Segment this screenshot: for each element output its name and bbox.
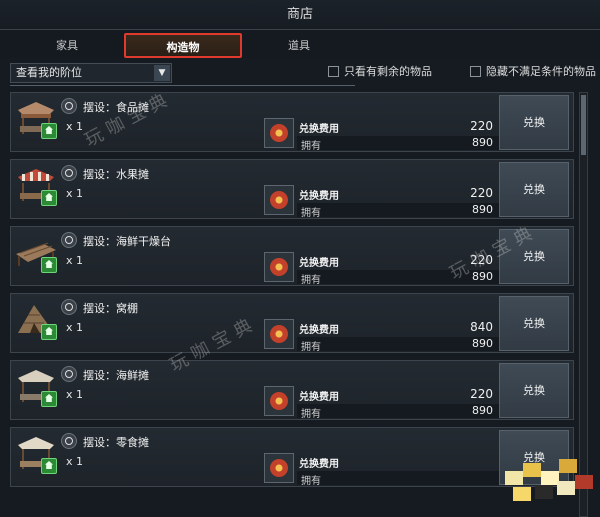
- scrollbar-thumb[interactable]: [581, 95, 586, 155]
- cost-label: 兑换费用: [299, 325, 339, 336]
- owned-label: 拥有: [301, 275, 321, 286]
- magnifier-icon[interactable]: [61, 98, 77, 114]
- cost-value: 840: [470, 320, 493, 334]
- magnifier-icon[interactable]: [61, 366, 77, 382]
- owned-label: 拥有: [301, 141, 321, 152]
- home-icon: [41, 257, 57, 273]
- hide-unqualified-label: 隐藏不满足条件的物品: [486, 65, 596, 78]
- owned-label: 拥有: [301, 208, 321, 219]
- item-quantity: x 1: [66, 187, 84, 200]
- tab-structures[interactable]: 构造物: [124, 33, 242, 58]
- home-icon: [41, 391, 57, 407]
- cost-label: 兑换费用: [299, 124, 339, 135]
- owned-bar: [297, 203, 499, 217]
- list-item: 摆设：零食摊 x 1 兑换费用 拥有 兑换: [10, 427, 574, 487]
- owned-value: 890: [472, 136, 493, 149]
- cost-value: 220: [470, 253, 493, 267]
- owned-bar: [297, 270, 499, 284]
- cost-label: 兑换费用: [299, 459, 339, 470]
- list-item: 摆设：水果摊 x 1 兑换费用 220 拥有 890 兑换: [10, 159, 574, 219]
- mosaic-logo: [505, 455, 595, 505]
- item-name: 摆设：窝棚: [83, 302, 138, 315]
- list-scrollbar[interactable]: [579, 92, 588, 517]
- hide-unqualified-checkbox[interactable]: 隐藏不满足条件的物品: [470, 65, 596, 79]
- home-icon: [41, 324, 57, 340]
- owned-value: 890: [472, 270, 493, 283]
- owned-bar: [297, 136, 499, 150]
- cost-value: 220: [470, 186, 493, 200]
- owned-bar: [297, 337, 499, 351]
- item-quantity: x 1: [66, 455, 84, 468]
- item-quantity: x 1: [66, 254, 84, 267]
- owned-label: 拥有: [301, 342, 321, 353]
- currency-icon: [264, 453, 294, 483]
- item-quantity: x 1: [66, 120, 84, 133]
- item-name: 摆设：零食摊: [83, 436, 149, 449]
- magnifier-icon[interactable]: [61, 433, 77, 449]
- home-icon: [41, 123, 57, 139]
- magnifier-icon[interactable]: [61, 299, 77, 315]
- currency-icon: [264, 386, 294, 416]
- currency-icon: [264, 319, 294, 349]
- magnifier-icon[interactable]: [61, 232, 77, 248]
- item-quantity: x 1: [66, 388, 84, 401]
- owned-value: 890: [472, 404, 493, 417]
- owned-bar: [297, 471, 499, 485]
- owned-value: 890: [472, 203, 493, 216]
- item-name: 摆设：海鲜摊: [83, 369, 149, 382]
- cost-label: 兑换费用: [299, 258, 339, 269]
- exchange-button[interactable]: 兑换: [499, 296, 569, 351]
- list-item: 摆设：窝棚 x 1 兑换费用 840 拥有 890 兑换: [10, 293, 574, 353]
- cost-label: 兑换费用: [299, 392, 339, 403]
- filter-bar: 查看我的阶位 ▼ 只看有剩余的物品 隐藏不满足条件的物品: [0, 62, 600, 84]
- tab-divider: [10, 85, 355, 86]
- item-quantity: x 1: [66, 321, 84, 334]
- remaining-only-checkbox[interactable]: 只看有剩余的物品: [328, 65, 432, 79]
- currency-icon: [264, 252, 294, 282]
- home-icon: [41, 190, 57, 206]
- checkbox-icon[interactable]: [470, 66, 481, 77]
- tab-items[interactable]: 道具: [240, 33, 358, 58]
- owned-label: 拥有: [301, 409, 321, 420]
- remaining-only-label: 只看有剩余的物品: [344, 65, 432, 78]
- shop-item-list: 摆设：食品摊 x 1 兑换费用 220 拥有 890 兑换 摆设：水果摊 x 1…: [10, 92, 578, 517]
- exchange-button[interactable]: 兑换: [499, 95, 569, 150]
- cost-value: 220: [470, 387, 493, 401]
- item-name: 摆设：海鲜干燥台: [83, 235, 171, 248]
- checkbox-icon[interactable]: [328, 66, 339, 77]
- list-item: 摆设：海鲜摊 x 1 兑换费用 220 拥有 890 兑换: [10, 360, 574, 420]
- currency-icon: [264, 185, 294, 215]
- exchange-button[interactable]: 兑换: [499, 229, 569, 284]
- tab-furniture[interactable]: 家具: [8, 33, 126, 58]
- exchange-button[interactable]: 兑换: [499, 162, 569, 217]
- exchange-button[interactable]: 兑换: [499, 363, 569, 418]
- list-item: 摆设：食品摊 x 1 兑换费用 220 拥有 890 兑换: [10, 92, 574, 152]
- tab-bar: 家具 构造物 道具: [0, 30, 600, 86]
- currency-icon: [264, 118, 294, 148]
- cost-value: 220: [470, 119, 493, 133]
- chevron-down-icon[interactable]: ▼: [154, 65, 170, 81]
- rank-filter-select[interactable]: 查看我的阶位 ▼: [10, 63, 172, 83]
- cost-label: 兑换费用: [299, 191, 339, 202]
- rank-filter-value: 查看我的阶位: [16, 66, 82, 79]
- item-name: 摆设：水果摊: [83, 168, 149, 181]
- owned-bar: [297, 404, 499, 418]
- owned-label: 拥有: [301, 476, 321, 487]
- window-title: 商店: [0, 0, 600, 30]
- item-name: 摆设：食品摊: [83, 101, 149, 114]
- magnifier-icon[interactable]: [61, 165, 77, 181]
- home-icon: [41, 458, 57, 474]
- owned-value: 890: [472, 337, 493, 350]
- list-item: 摆设：海鲜干燥台 x 1 兑换费用 220 拥有 890 兑换: [10, 226, 574, 286]
